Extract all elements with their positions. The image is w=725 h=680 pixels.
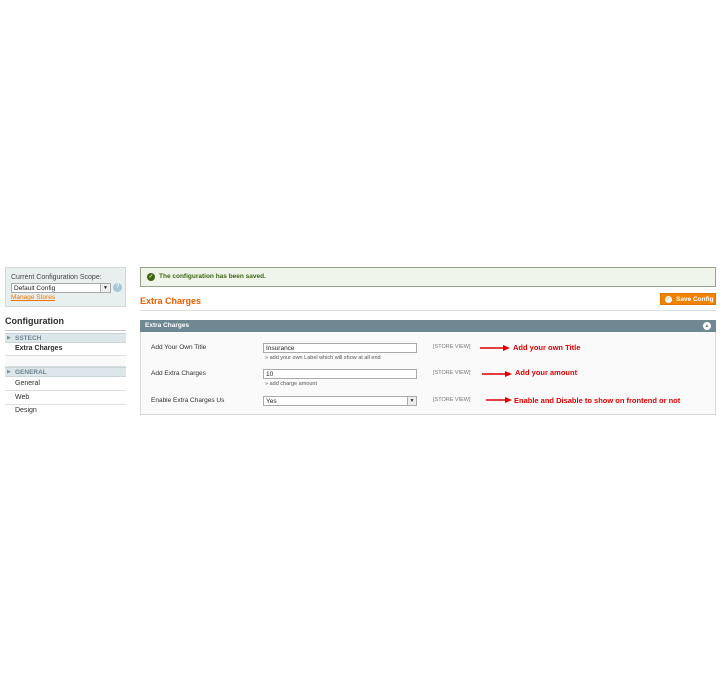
charges-input-value: 10	[266, 371, 274, 378]
field-label-title: Add Your Own Title	[151, 344, 207, 351]
charges-input[interactable]: 10	[263, 369, 417, 379]
enable-select[interactable]: Yes ▼	[263, 396, 417, 406]
sidebar-item-label: Extra Charges	[15, 345, 63, 352]
configuration-heading: Configuration	[5, 316, 64, 326]
checkmark-icon: ✓	[147, 273, 155, 281]
sidebar-item-web[interactable]: Web	[5, 392, 126, 405]
page-title: Extra Charges	[140, 296, 202, 306]
manage-stores-link[interactable]: Manage Stores	[11, 294, 55, 301]
save-config-label: Save Config	[676, 295, 714, 303]
red-arrow-icon	[482, 371, 512, 377]
collapse-icon[interactable]: ▲	[703, 322, 711, 330]
red-arrow-icon	[486, 397, 512, 403]
red-arrow-icon	[480, 345, 510, 351]
expand-arrow-icon: ▶	[7, 335, 11, 341]
sidebar-item-extra-charges[interactable]: Extra Charges	[5, 343, 126, 356]
chevron-down-icon: ▼	[100, 284, 110, 292]
sidebar-group-general[interactable]: ▶ GENERAL	[5, 367, 126, 377]
sidebar-spacer	[5, 356, 126, 367]
field-note-text: add charge amount	[269, 381, 317, 387]
section-header-extra-charges[interactable]: Extra Charges ▲	[140, 320, 716, 332]
sidebar-item-general[interactable]: General	[5, 378, 126, 391]
scope-badge: [STORE VIEW]	[433, 344, 471, 350]
scope-label: Current Configuration Scope:	[11, 274, 102, 281]
success-message-text: The configuration has been saved.	[159, 273, 266, 280]
success-message: ✓ The configuration has been saved.	[140, 267, 716, 287]
enable-select-value: Yes	[266, 398, 277, 405]
sidebar-item-label: Web	[15, 394, 30, 401]
field-note-text: add your own Label which will show at al…	[269, 355, 381, 361]
title-input[interactable]: Insurance	[263, 343, 417, 353]
save-config-button[interactable]: ✓ Save Config	[660, 293, 716, 305]
divider	[140, 310, 716, 311]
annotation-charges: Add your amount	[515, 368, 578, 377]
expand-arrow-icon: ▶	[7, 369, 11, 375]
save-icon: ✓	[665, 296, 672, 303]
field-label-enable: Enable Extra Charges Us	[151, 397, 225, 404]
sidebar-group-label: SSTECH	[15, 335, 42, 342]
scope-select-value: Default Config	[14, 285, 56, 292]
sidebar-item-label: Design	[15, 407, 37, 414]
title-input-value: Insurance	[266, 345, 295, 352]
scope-badge: [STORE VIEW]	[433, 397, 471, 403]
help-icon[interactable]: ?	[113, 283, 122, 292]
field-note-charges: » add charge amount	[265, 381, 317, 387]
scope-select[interactable]: Default Config ▼	[11, 283, 111, 293]
section-title: Extra Charges	[145, 322, 190, 329]
divider	[5, 330, 126, 331]
field-label-charges: Add Extra Charges	[151, 370, 206, 377]
chevron-down-icon: ▼	[407, 397, 416, 405]
sidebar-group-sstech[interactable]: ▶ SSTECH	[5, 333, 126, 343]
field-note-title: » add your own Label which will show at …	[265, 355, 381, 361]
annotation-enable: Enable and Disable to show on frontend o…	[514, 396, 681, 405]
sidebar-item-design[interactable]: Design	[5, 405, 126, 416]
sidebar-group-label: GENERAL	[15, 369, 47, 376]
scope-badge: [STORE VIEW]	[433, 370, 471, 376]
annotation-title: Add your own Title	[513, 343, 581, 352]
sidebar-item-label: General	[15, 380, 40, 387]
